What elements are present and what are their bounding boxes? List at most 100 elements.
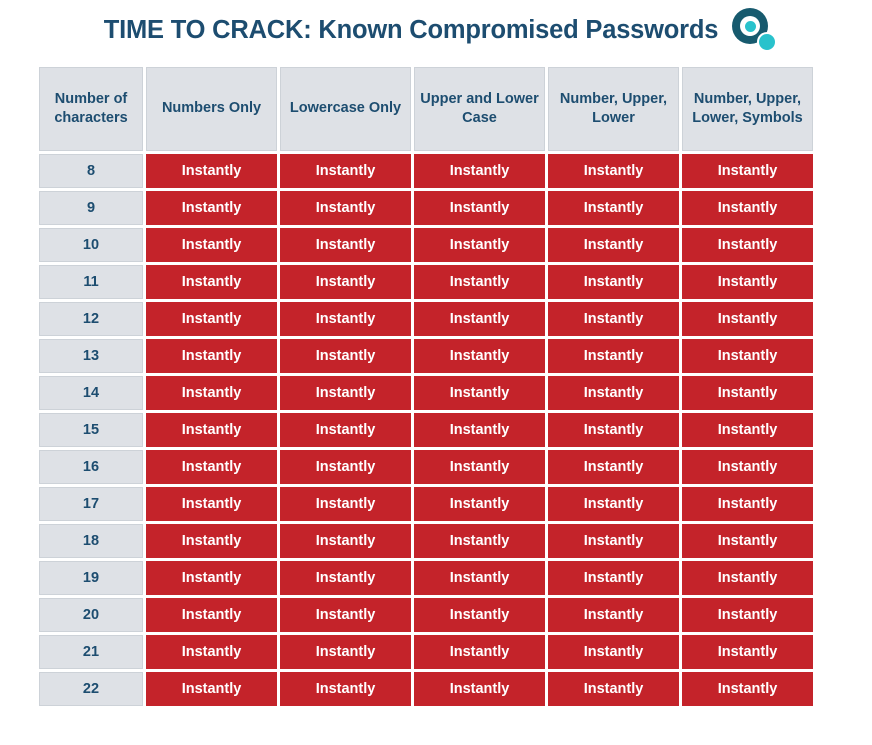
column-header-number-of-characters: Number of characters bbox=[39, 67, 143, 151]
password-crack-time-table: Number of characters Numbers Only Lowerc… bbox=[36, 64, 816, 709]
table-row: 12 Instantly Instantly Instantly Instantly In… bbox=[39, 302, 813, 336]
cell-character-count: 20 bbox=[39, 598, 143, 632]
cell-crack-time: Instantly bbox=[682, 561, 813, 595]
cell-character-count: 21 bbox=[39, 635, 143, 669]
cell-crack-time: Instantly bbox=[146, 154, 277, 188]
table-row: 15 Instantly Instantly Instantly Instantly In… bbox=[39, 413, 813, 447]
cell-crack-time: Instantly bbox=[682, 339, 813, 373]
table-row: 14 Instantly Instantly Instantly Instantly In… bbox=[39, 376, 813, 410]
cell-crack-time: Instantly bbox=[280, 561, 411, 595]
cell-crack-time: Instantly bbox=[280, 228, 411, 262]
cell-crack-time: Instantly bbox=[414, 191, 545, 225]
cell-character-count: 13 bbox=[39, 339, 143, 373]
cell-crack-time: Instantly bbox=[548, 413, 679, 447]
table-row: 8 Instantly Instantly Instantly Instantly Ins… bbox=[39, 154, 813, 188]
table-row: 19 Instantly Instantly Instantly Instantly In… bbox=[39, 561, 813, 595]
column-header-lowercase-only: Lowercase Only bbox=[280, 67, 411, 151]
column-header-upper-and-lower-case: Upper and Lower Case bbox=[414, 67, 545, 151]
cell-crack-time: Instantly bbox=[548, 561, 679, 595]
cell-crack-time: Instantly bbox=[548, 635, 679, 669]
cell-crack-time: Instantly bbox=[682, 487, 813, 521]
cell-crack-time: Instantly bbox=[414, 154, 545, 188]
cell-crack-time: Instantly bbox=[414, 302, 545, 336]
title-bar: TIME TO CRACK: Known Compromised Passwor… bbox=[0, 0, 872, 62]
cell-crack-time: Instantly bbox=[682, 413, 813, 447]
cell-crack-time: Instantly bbox=[414, 487, 545, 521]
cell-crack-time: Instantly bbox=[414, 376, 545, 410]
cell-crack-time: Instantly bbox=[548, 524, 679, 558]
cell-crack-time: Instantly bbox=[682, 524, 813, 558]
cell-crack-time: Instantly bbox=[682, 376, 813, 410]
page-title: TIME TO CRACK: Known Compromised Passwor… bbox=[103, 16, 719, 45]
cell-crack-time: Instantly bbox=[548, 450, 679, 484]
cell-character-count: 19 bbox=[39, 561, 143, 595]
logo-satellite-dot-icon bbox=[757, 32, 778, 52]
brand-logo-icon bbox=[732, 8, 778, 54]
cell-crack-time: Instantly bbox=[548, 487, 679, 521]
cell-crack-time: Instantly bbox=[682, 672, 813, 706]
cell-crack-time: Instantly bbox=[280, 302, 411, 336]
cell-crack-time: Instantly bbox=[682, 598, 813, 632]
cell-crack-time: Instantly bbox=[280, 524, 411, 558]
table-header: Number of characters Numbers Only Lowerc… bbox=[39, 67, 813, 151]
table-body: 8 Instantly Instantly Instantly Instantly Ins… bbox=[39, 154, 813, 706]
cell-crack-time: Instantly bbox=[548, 154, 679, 188]
cell-crack-time: Instantly bbox=[146, 302, 277, 336]
cell-character-count: 8 bbox=[39, 154, 143, 188]
cell-crack-time: Instantly bbox=[682, 191, 813, 225]
table-row: 10 Instantly Instantly Instantly Instantly In… bbox=[39, 228, 813, 262]
cell-crack-time: Instantly bbox=[146, 561, 277, 595]
table-row: 18 Instantly Instantly Instantly Instantly In… bbox=[39, 524, 813, 558]
cell-crack-time: Instantly bbox=[280, 265, 411, 299]
table-row: 13 Instantly Instantly Instantly Instantly In… bbox=[39, 339, 813, 373]
cell-crack-time: Instantly bbox=[414, 450, 545, 484]
cell-crack-time: Instantly bbox=[682, 228, 813, 262]
table-row: 20 Instantly Instantly Instantly Instantly In… bbox=[39, 598, 813, 632]
logo-core-dot-icon bbox=[744, 20, 756, 32]
cell-character-count: 12 bbox=[39, 302, 143, 336]
cell-crack-time: Instantly bbox=[548, 228, 679, 262]
cell-crack-time: Instantly bbox=[414, 561, 545, 595]
cell-crack-time: Instantly bbox=[548, 339, 679, 373]
cell-crack-time: Instantly bbox=[414, 672, 545, 706]
cell-crack-time: Instantly bbox=[414, 339, 545, 373]
cell-crack-time: Instantly bbox=[146, 487, 277, 521]
table-row: 22 Instantly Instantly Instantly Instantly In… bbox=[39, 672, 813, 706]
cell-crack-time: Instantly bbox=[280, 598, 411, 632]
cell-crack-time: Instantly bbox=[682, 154, 813, 188]
cell-crack-time: Instantly bbox=[548, 302, 679, 336]
cell-crack-time: Instantly bbox=[548, 376, 679, 410]
cell-crack-time: Instantly bbox=[280, 376, 411, 410]
cell-crack-time: Instantly bbox=[280, 450, 411, 484]
cell-crack-time: Instantly bbox=[146, 524, 277, 558]
cell-character-count: 17 bbox=[39, 487, 143, 521]
cell-crack-time: Instantly bbox=[146, 339, 277, 373]
cell-crack-time: Instantly bbox=[548, 598, 679, 632]
cell-crack-time: Instantly bbox=[414, 524, 545, 558]
cell-crack-time: Instantly bbox=[146, 598, 277, 632]
cell-crack-time: Instantly bbox=[280, 154, 411, 188]
cell-crack-time: Instantly bbox=[146, 191, 277, 225]
cell-crack-time: Instantly bbox=[280, 413, 411, 447]
table-row: 16 Instantly Instantly Instantly Instantly In… bbox=[39, 450, 813, 484]
cell-crack-time: Instantly bbox=[414, 413, 545, 447]
cell-crack-time: Instantly bbox=[682, 302, 813, 336]
cell-crack-time: Instantly bbox=[548, 672, 679, 706]
cell-crack-time: Instantly bbox=[280, 191, 411, 225]
cell-crack-time: Instantly bbox=[280, 339, 411, 373]
cell-crack-time: Instantly bbox=[548, 191, 679, 225]
cell-character-count: 18 bbox=[39, 524, 143, 558]
cell-crack-time: Instantly bbox=[280, 672, 411, 706]
cell-character-count: 10 bbox=[39, 228, 143, 262]
cell-crack-time: Instantly bbox=[146, 672, 277, 706]
cell-crack-time: Instantly bbox=[414, 598, 545, 632]
cell-crack-time: Instantly bbox=[414, 265, 545, 299]
cell-crack-time: Instantly bbox=[146, 413, 277, 447]
column-header-number-upper-lower-symbols: Number, Upper, Lower, Symbols bbox=[682, 67, 813, 151]
cell-crack-time: Instantly bbox=[146, 376, 277, 410]
cell-crack-time: Instantly bbox=[548, 265, 679, 299]
cell-crack-time: Instantly bbox=[146, 228, 277, 262]
cell-character-count: 9 bbox=[39, 191, 143, 225]
cell-character-count: 22 bbox=[39, 672, 143, 706]
cell-character-count: 14 bbox=[39, 376, 143, 410]
